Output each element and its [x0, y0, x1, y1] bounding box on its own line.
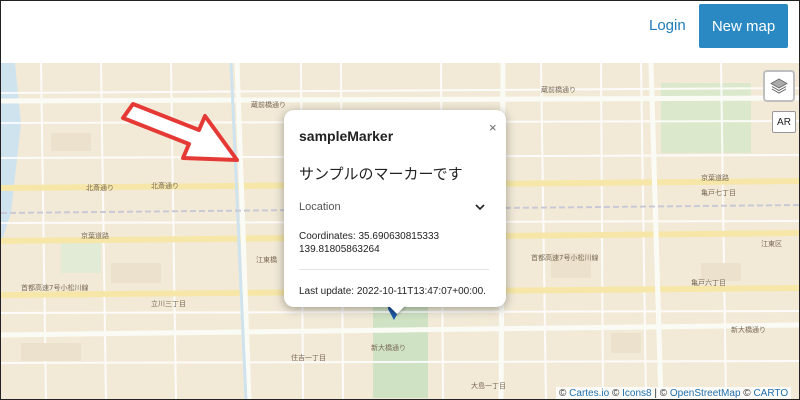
map-label: 江東区 [761, 240, 782, 248]
copyright-symbol: © [611, 388, 620, 399]
map-label: 亀戸六丁目 [691, 279, 726, 287]
coordinates-line: 139.81805863264 [299, 244, 380, 255]
popup-title: sampleMarker [299, 128, 394, 144]
attribution-separator: | [654, 388, 657, 399]
icons8-link[interactable]: Icons8 [622, 388, 651, 399]
map-label: 蔵前橋通り [541, 86, 576, 94]
coordinates-line: Coordinates: 35.690630815333 [299, 231, 440, 242]
top-header: Login New map [1, 1, 799, 63]
popup-description: サンプルのマーカーです [299, 165, 463, 183]
popup-coordinates: Coordinates: 35.690630815333 139.8180586… [299, 230, 479, 256]
ar-button[interactable]: AR [772, 111, 796, 133]
map-label: 亀戸七丁目 [701, 189, 736, 197]
osm-link[interactable]: OpenStreetMap [670, 388, 741, 399]
map-label: 江東橋 [256, 256, 277, 264]
popup-tip [387, 304, 407, 314]
popup-close-button[interactable]: × [489, 120, 497, 135]
popup-last-update: Last update: 2022-10-11T13:47:07+00:00. [299, 286, 486, 297]
red-arrow-icon [121, 102, 239, 162]
copyright-symbol: © [659, 388, 668, 399]
map-label: 新大橋通り [731, 326, 766, 334]
cartes-link[interactable]: Cartes.io [569, 388, 609, 399]
popup-divider [299, 269, 489, 270]
login-link[interactable]: Login [649, 17, 686, 34]
map-label: 北斎通り [86, 184, 114, 192]
layers-control-button[interactable] [763, 70, 795, 102]
carto-link[interactable]: CARTO [753, 388, 788, 399]
copyright-symbol: © [743, 388, 751, 399]
map-label: 住吉一丁目 [291, 354, 326, 362]
new-map-button[interactable]: New map [699, 4, 788, 48]
map-label: 首都高速7号小松川線 [531, 254, 599, 262]
chevron-down-icon[interactable] [474, 201, 486, 213]
app-frame: Login New map 蔵前橋通り 蔵前橋通り 京葉道路 京葉道路 首都高速… [0, 0, 800, 400]
copyright-symbol: © [559, 388, 567, 399]
map-label: 北斎通り [151, 182, 179, 190]
map-label: 蔵前橋通り [251, 101, 286, 109]
map-label: 京葉道路 [701, 174, 729, 182]
location-toggle-label[interactable]: Location [299, 201, 341, 213]
map-label: 首都高速7号小松川線 [21, 284, 89, 292]
map-label: 新大橋通り [371, 344, 406, 352]
layers-icon [770, 78, 788, 94]
map-label: 京葉道路 [81, 232, 109, 240]
map-label: 立川三丁目 [151, 300, 186, 308]
map-label: 大島一丁目 [471, 382, 506, 390]
map-attribution: © Cartes.io © Icons8 | © OpenStreetMap ©… [556, 387, 792, 399]
